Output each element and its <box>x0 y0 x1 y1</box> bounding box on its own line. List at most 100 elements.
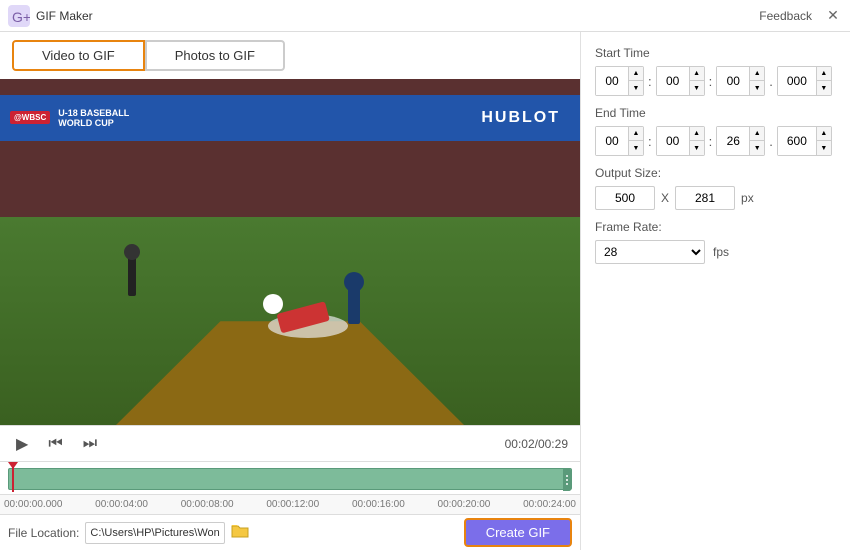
create-gif-button[interactable]: Create GIF <box>464 518 572 547</box>
start-mm-down[interactable]: ▼ <box>690 81 704 95</box>
start-ss-input[interactable] <box>717 67 749 95</box>
ruler-mark-6: 00:00:24:00 <box>523 499 576 510</box>
main-content: Video to GIF Photos to GIF @WBSC U-18 BA… <box>0 32 850 550</box>
end-mm-down[interactable]: ▼ <box>690 141 704 155</box>
end-hh-down[interactable]: ▼ <box>629 141 643 155</box>
output-size-section: Output Size: X px <box>595 166 836 210</box>
end-mm-arrows: ▲ ▼ <box>689 127 704 155</box>
players-svg <box>58 236 558 356</box>
start-mm-spinner: ▲ ▼ <box>656 66 705 96</box>
end-hh-spinner: ▲ ▼ <box>595 126 644 156</box>
video-preview: @WBSC U-18 BASEBALLWORLD CUP HUBLOT <box>0 79 580 425</box>
x-separator: X <box>661 191 669 205</box>
end-hh-input[interactable] <box>596 127 628 155</box>
svg-text:G+: G+ <box>12 9 30 25</box>
title-bar: G+ GIF Maker Feedback ✕ <box>0 0 850 32</box>
title-bar-right: Feedback ✕ <box>759 7 842 25</box>
start-time-section: Start Time ▲ ▼ : ▲ ▼ <box>595 46 836 96</box>
banner-text: U-18 BASEBALLWORLD CUP <box>58 108 129 128</box>
file-location-label: File Location: <box>8 526 79 540</box>
frame-rate-label: Frame Rate: <box>595 220 836 234</box>
right-panel: Start Time ▲ ▼ : ▲ ▼ <box>580 32 850 550</box>
ruler-mark-5: 00:00:20:00 <box>438 499 491 510</box>
timeline-bar <box>8 468 572 490</box>
end-mm-up[interactable]: ▲ <box>690 127 704 141</box>
end-mm-input[interactable] <box>657 127 689 155</box>
scene-banner: @WBSC U-18 BASEBALLWORLD CUP HUBLOT <box>0 95 580 142</box>
start-time-label: Start Time <box>595 46 836 60</box>
start-ss-up[interactable]: ▲ <box>750 67 764 81</box>
skip-forward-button[interactable]: ⏭ <box>79 433 101 455</box>
ruler-mark-1: 00:00:04:00 <box>95 499 148 510</box>
feedback-link[interactable]: Feedback <box>759 9 812 23</box>
controls-bar: ▶ ⏮ ⏭ 00:02/00:29 <box>0 425 580 461</box>
timeline-ruler: 00:00:00.000 00:00:04:00 00:00:08:00 00:… <box>0 494 580 514</box>
skip-back-button[interactable]: ⏮ <box>44 433 66 455</box>
end-time-section: End Time ▲ ▼ : ▲ ▼ <box>595 106 836 156</box>
end-time-label: End Time <box>595 106 836 120</box>
end-ss-input[interactable] <box>717 127 749 155</box>
start-ms-down[interactable]: ▼ <box>817 81 831 95</box>
start-time-fields: ▲ ▼ : ▲ ▼ : ▲ <box>595 66 836 96</box>
start-ss-down[interactable]: ▼ <box>750 81 764 95</box>
start-hh-up[interactable]: ▲ <box>629 67 643 81</box>
ruler-mark-0: 00:00:00.000 <box>4 499 62 510</box>
size-width-input[interactable] <box>595 186 655 210</box>
title-bar-left: G+ GIF Maker <box>8 5 93 27</box>
timeline-indicator[interactable] <box>12 462 14 492</box>
tab-video-to-gif[interactable]: Video to GIF <box>12 40 145 71</box>
app-title: GIF Maker <box>36 9 93 23</box>
end-ss-spinner: ▲ ▼ <box>716 126 765 156</box>
folder-button[interactable] <box>231 523 249 542</box>
start-hh-input[interactable] <box>596 67 628 95</box>
end-mm-spinner: ▲ ▼ <box>656 126 705 156</box>
ruler-mark-3: 00:00:12:00 <box>266 499 319 510</box>
end-ms-arrows: ▲ ▼ <box>816 127 831 155</box>
play-button[interactable]: ▶ <box>12 432 32 456</box>
start-mm-up[interactable]: ▲ <box>690 67 704 81</box>
banner-hublot: HUBLOT <box>481 109 560 127</box>
ruler-marks: 00:00:00.000 00:00:04:00 00:00:08:00 00:… <box>4 499 576 510</box>
app-icon: G+ <box>8 5 30 27</box>
start-ss-spinner: ▲ ▼ <box>716 66 765 96</box>
ruler-mark-4: 00:00:16:00 <box>352 499 405 510</box>
scene-stands: @WBSC U-18 BASEBALLWORLD CUP HUBLOT <box>0 79 580 235</box>
start-hh-arrows: ▲ ▼ <box>628 67 643 95</box>
time-display: 00:02/00:29 <box>505 437 568 451</box>
bottom-bar: File Location: Create GIF <box>0 514 580 550</box>
end-ms-input[interactable] <box>778 127 816 155</box>
size-row: X px <box>595 186 836 210</box>
ruler-mark-2: 00:00:08:00 <box>181 499 234 510</box>
start-hh-down[interactable]: ▼ <box>629 81 643 95</box>
timeline-track[interactable] <box>4 466 576 494</box>
fps-select[interactable]: 24 28 30 60 <box>595 240 705 264</box>
start-mm-arrows: ▲ ▼ <box>689 67 704 95</box>
video-area: @WBSC U-18 BASEBALLWORLD CUP HUBLOT <box>0 79 580 425</box>
folder-icon <box>231 523 249 538</box>
timeline-right-handle[interactable] <box>563 469 571 491</box>
start-mm-input[interactable] <box>657 67 689 95</box>
start-ms-input[interactable] <box>778 67 816 95</box>
tab-photos-to-gif[interactable]: Photos to GIF <box>145 40 285 71</box>
end-hh-up[interactable]: ▲ <box>629 127 643 141</box>
px-label: px <box>741 191 754 205</box>
end-ss-up[interactable]: ▲ <box>750 127 764 141</box>
timeline-area: 00:00:00.000 00:00:04:00 00:00:08:00 00:… <box>0 461 580 514</box>
end-ms-down[interactable]: ▼ <box>817 141 831 155</box>
tab-bar: Video to GIF Photos to GIF <box>0 32 580 79</box>
end-ss-arrows: ▲ ▼ <box>749 127 764 155</box>
file-path-input[interactable] <box>85 522 225 544</box>
end-ms-up[interactable]: ▲ <box>817 127 831 141</box>
end-time-fields: ▲ ▼ : ▲ ▼ : ▲ <box>595 126 836 156</box>
end-hh-arrows: ▲ ▼ <box>628 127 643 155</box>
start-ms-arrows: ▲ ▼ <box>816 67 831 95</box>
output-size-label: Output Size: <box>595 166 836 180</box>
framerate-row: 24 28 30 60 fps <box>595 240 836 264</box>
size-height-input[interactable] <box>675 186 735 210</box>
end-ss-down[interactable]: ▼ <box>750 141 764 155</box>
close-button[interactable]: ✕ <box>824 7 842 25</box>
end-ms-spinner: ▲ ▼ <box>777 126 832 156</box>
frame-rate-section: Frame Rate: 24 28 30 60 fps <box>595 220 836 264</box>
start-ms-up[interactable]: ▲ <box>817 67 831 81</box>
left-panel: Video to GIF Photos to GIF @WBSC U-18 BA… <box>0 32 580 550</box>
